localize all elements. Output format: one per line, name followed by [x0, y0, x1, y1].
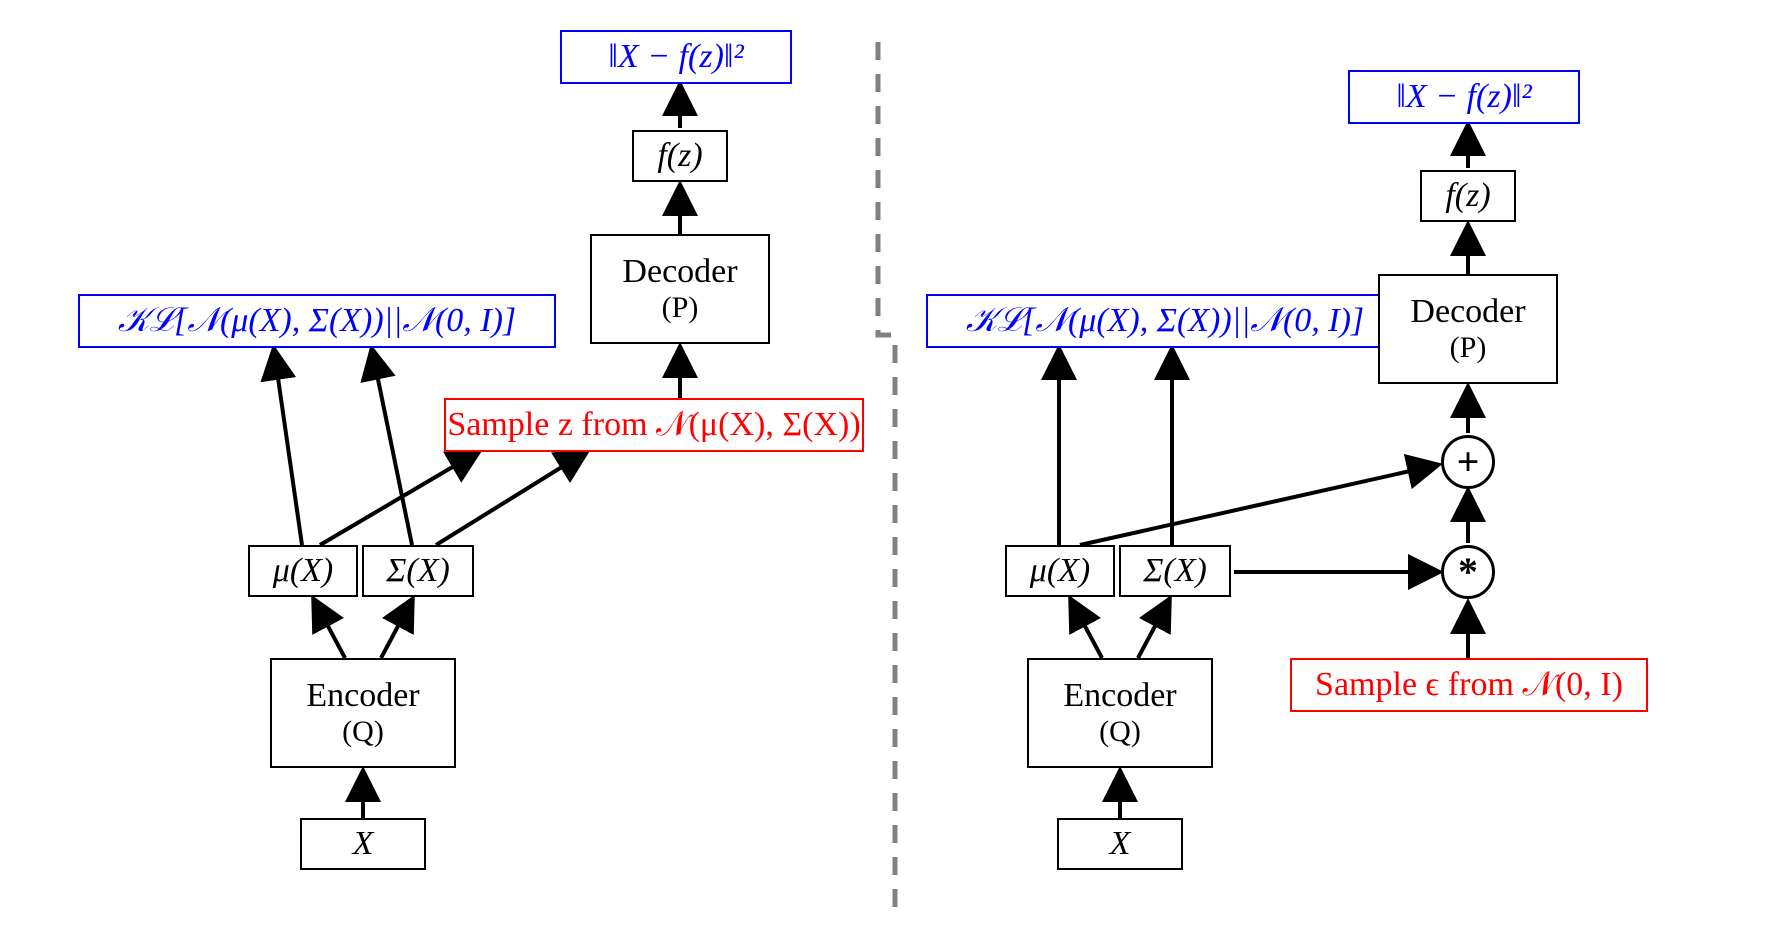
right-input-x: X — [1057, 818, 1183, 870]
right-mul-node: * — [1441, 545, 1495, 599]
right-decoder-sub: (P) — [1450, 331, 1487, 366]
left-decoder: Decoder (P) — [590, 234, 770, 344]
diagram-stage: X Encoder (Q) μ(X) Σ(X) 𝒦ℒ[𝒩(μ(X), Σ(X))… — [0, 0, 1788, 932]
right-add-node: + — [1441, 435, 1495, 489]
right-sample: Sample ϵ from 𝒩(0, I) — [1290, 658, 1648, 712]
right-encoder-title: Encoder — [1063, 676, 1176, 715]
left-encoder-sub: (Q) — [342, 715, 384, 750]
left-decoder-title: Decoder — [622, 252, 737, 291]
right-loss: ‖X − f(z)‖² — [1348, 70, 1580, 124]
right-encoder-sub: (Q) — [1099, 715, 1141, 750]
left-loss: ‖X − f(z)‖² — [560, 30, 792, 84]
left-input-x: X — [300, 818, 426, 870]
wires — [0, 0, 1788, 932]
left-kl: 𝒦ℒ[𝒩(μ(X), Σ(X))||𝒩(0, I)] — [78, 294, 556, 348]
right-mu: μ(X) — [1005, 545, 1115, 597]
right-sigma: Σ(X) — [1119, 545, 1231, 597]
right-encoder: Encoder (Q) — [1027, 658, 1213, 768]
right-fz: f(z) — [1420, 170, 1516, 222]
left-fz: f(z) — [632, 130, 728, 182]
right-decoder-title: Decoder — [1410, 292, 1525, 331]
right-decoder: Decoder (P) — [1378, 274, 1558, 384]
right-kl: 𝒦ℒ[𝒩(μ(X), Σ(X))||𝒩(0, I)] — [926, 294, 1404, 348]
left-sample: Sample z from 𝒩(μ(X), Σ(X)) — [444, 398, 864, 452]
left-decoder-sub: (P) — [662, 291, 699, 326]
left-sigma: Σ(X) — [362, 545, 474, 597]
left-encoder-title: Encoder — [306, 676, 419, 715]
left-encoder: Encoder (Q) — [270, 658, 456, 768]
left-mu: μ(X) — [248, 545, 358, 597]
